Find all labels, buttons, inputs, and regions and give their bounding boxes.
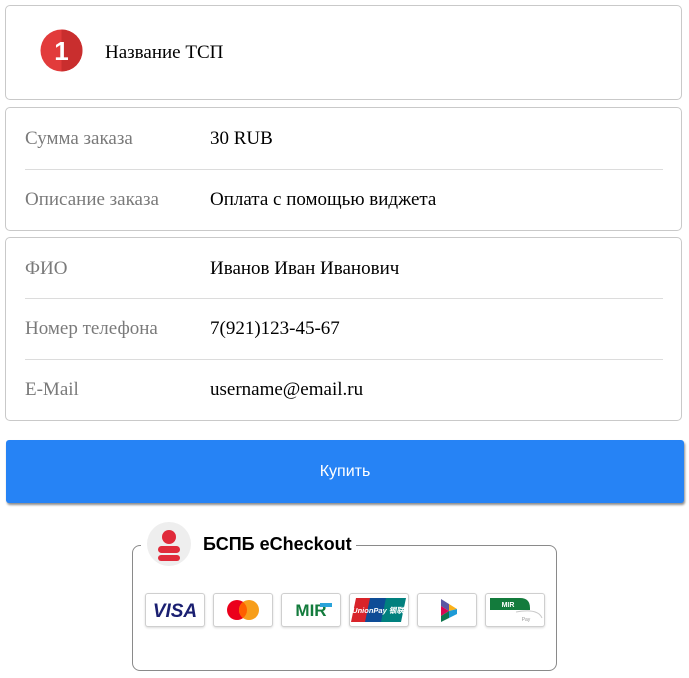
mir-pay-icon: MIR Pay	[485, 593, 545, 627]
unionpay-icon: UnionPay 银联	[349, 593, 409, 627]
merchant-number-badge: 1	[40, 29, 83, 72]
brand-title: БСПБ eCheckout	[203, 533, 352, 554]
merchant-badge-number: 1	[54, 36, 68, 66]
visa-icon: VISA	[145, 593, 205, 627]
customer-name-row: ФИО Иванов Иван Иванович	[6, 238, 681, 298]
sbp-icon	[417, 593, 477, 627]
customer-phone-row: Номер телефона 7(921)123-45-67	[6, 298, 681, 358]
customer-name-label: ФИО	[25, 258, 68, 279]
customer-name-value: Иванов Иван Иванович	[210, 258, 400, 279]
order-description-value: Оплата с помощью виджета	[210, 189, 437, 210]
merchant-name: Название ТСП	[105, 42, 224, 63]
mir-icon: MIR	[281, 593, 341, 627]
order-amount-value: 30 RUB	[210, 128, 273, 149]
visa-label: VISA	[153, 601, 197, 622]
svg-text:MIR: MIR	[502, 602, 515, 609]
customer-email-row: E-Mail username@email.ru	[6, 359, 681, 419]
order-description-label: Описание заказа	[25, 189, 159, 210]
merchant-card: 1 Название ТСП	[5, 5, 682, 100]
brand-header: БСПБ eCheckout	[141, 521, 356, 567]
svg-text:Pay: Pay	[522, 617, 531, 623]
order-amount-label: Сумма заказа	[25, 128, 133, 149]
customer-phone-label: Номер телефона	[25, 318, 158, 339]
customer-details-card: ФИО Иванов Иван Иванович Номер телефона …	[5, 237, 682, 421]
customer-email-label: E-Mail	[25, 379, 79, 400]
customer-phone-value: 7(921)123-45-67	[210, 318, 340, 339]
mastercard-icon	[213, 593, 273, 627]
order-amount-row: Сумма заказа 30 RUB	[6, 108, 681, 168]
bank-logo-icon	[147, 522, 191, 566]
unionpay-label: UnionPay 银联	[352, 606, 405, 615]
buy-button[interactable]: Купить	[6, 440, 684, 503]
order-description-row: Описание заказа Оплата с помощью виджета	[6, 169, 681, 229]
order-details-card: Сумма заказа 30 RUB Описание заказа Опла…	[5, 107, 682, 231]
customer-email-value: username@email.ru	[210, 379, 364, 400]
